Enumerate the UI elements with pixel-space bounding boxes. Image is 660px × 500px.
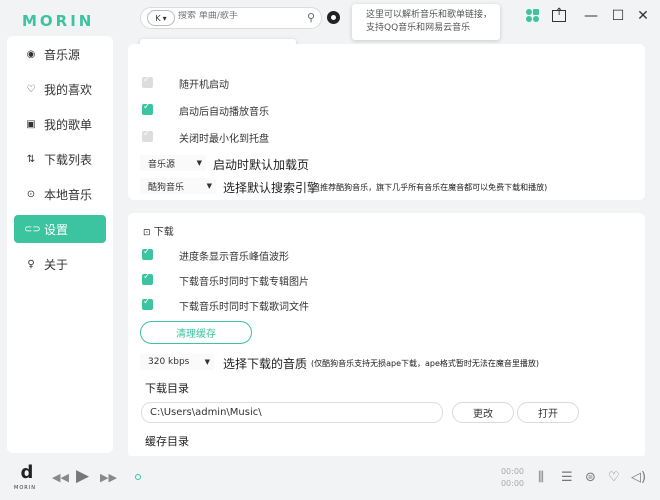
search-engine-note: (推荐酷狗音乐，旗下几乎所有音乐在魔音都可以免费下载和播放) (317, 183, 548, 192)
sidebar-item-about[interactable]: ♀ 关于 (14, 250, 106, 278)
sidebar-item-playlists[interactable]: ▣ 我的歌单 (14, 110, 106, 138)
album-cover-label: 下载音乐时同时下载专辑图片 (179, 277, 309, 288)
app-logo: MORIN (22, 12, 95, 30)
minimize-tray-checkbox[interactable] (142, 129, 153, 142)
sidebar-item-local-music[interactable]: ⊙ 本地音乐 (14, 180, 106, 208)
link-parse-icon[interactable] (327, 11, 340, 24)
download-icon: ⊡ (143, 228, 151, 238)
quality-label: 选择下载的音质 (223, 357, 308, 371)
local-music-icon: ⊙ (26, 188, 36, 200)
sidebar-item-label: 我的歌单 (44, 117, 93, 132)
minimize-tray-label: 关闭时最小化到托盘 (179, 134, 269, 145)
cache-dir-title: 缓存目录 (145, 435, 189, 448)
sidebar-item-label: 下载列表 (44, 152, 93, 167)
sidebar-item-label: 本地音乐 (44, 187, 93, 202)
volume-icon[interactable]: ◁) (631, 470, 646, 485)
sidebar: ◉ 音乐源 ♡ 我的喜欢 ▣ 我的歌单 ⇅ 下载列表 ⊙ 本地音乐 ⊂⊃ 设置 … (7, 36, 113, 453)
general-settings-card: 随开机启动 启动后自动播放音乐 关闭时最小化到托盘 音乐源 启动时默认加载页 酷… (128, 44, 645, 200)
mini-mode-icon[interactable] (552, 7, 566, 22)
minimize-button[interactable]: — (582, 8, 600, 24)
lyrics-checkbox[interactable] (142, 297, 153, 310)
bulb-icon: ♀ (27, 258, 35, 270)
quality-select[interactable]: 320 kbps (140, 354, 214, 370)
album-cover-checkbox[interactable] (142, 272, 153, 285)
sidebar-item-label: 关于 (44, 257, 69, 272)
download-dir-field[interactable]: C:\Users\admin\Music\ (141, 402, 443, 423)
search-box[interactable]: K ▾ ⚲ (140, 7, 322, 29)
sidebar-item-label: 设置 (44, 222, 69, 237)
platform-select[interactable]: K ▾ (147, 10, 175, 26)
search-engine-value: 酷狗音乐 (148, 182, 185, 193)
search-engine-label: 选择默认搜索引擎 (223, 181, 320, 195)
playlist-icon: ▣ (26, 118, 36, 130)
autostart-label: 随开机启动 (179, 80, 229, 91)
waveform-label: 进度条显示音乐峰值波形 (179, 252, 289, 263)
progress-handle[interactable] (135, 474, 141, 480)
download-dir-title: 下载目录 (145, 382, 189, 395)
search-engine-select[interactable]: 酷狗音乐 (140, 178, 216, 194)
chevron-down-icon: ▾ (162, 13, 167, 23)
lyrics-icon[interactable]: ⊜ (585, 470, 596, 485)
maximize-button[interactable]: ☐ (609, 8, 627, 24)
platform-label: K (155, 13, 161, 23)
lyrics-label: 下载音乐时同时下载歌词文件 (179, 302, 309, 313)
sidebar-item-settings[interactable]: ⊂⊃ 设置 (14, 215, 106, 243)
player-logo-text: MORIN (14, 485, 36, 491)
download-section-title: ⊡ 下载 (143, 223, 174, 238)
clear-cache-button[interactable]: 清理缓存 (140, 321, 252, 344)
playlist-queue-icon[interactable]: ☰ (561, 470, 573, 485)
default-page-label: 启动时默认加载页 (213, 158, 310, 172)
radio-icon: ◉ (26, 48, 36, 60)
open-dir-button[interactable]: 打开 (517, 402, 579, 423)
player-bar: d MORIN ◀◀ ▶ ▶▶ 00:00 00:00 ⫼ ☰ ⊜ ♡ ◁) (0, 456, 660, 500)
next-icon[interactable]: ▶▶ (100, 471, 117, 484)
sidebar-item-favorites[interactable]: ♡ 我的喜欢 (14, 75, 106, 103)
download-settings-card: ⊡ 下载 进度条显示音乐峰值波形 下载音乐时同时下载专辑图片 下载音乐时同时下载… (128, 213, 645, 458)
autoplay-label: 启动后自动播放音乐 (179, 107, 269, 118)
sidebar-item-downloads[interactable]: ⇅ 下载列表 (14, 145, 106, 173)
default-page-select[interactable]: 音乐源 (140, 155, 206, 171)
play-icon[interactable]: ▶ (76, 466, 89, 486)
like-heart-icon[interactable]: ♡ (608, 470, 620, 485)
default-page-value: 音乐源 (148, 159, 176, 170)
sidebar-item-label: 音乐源 (44, 47, 81, 62)
skin-icon[interactable] (526, 9, 540, 23)
autoplay-checkbox[interactable] (142, 102, 153, 115)
quality-note: (仅酷狗音乐支持无损ape下载，ape格式暂时无法在魔音里播放) (311, 359, 540, 368)
waveform-checkbox[interactable] (142, 247, 153, 260)
autostart-checkbox[interactable] (142, 75, 153, 88)
time-current: 00:00 (500, 467, 524, 476)
close-button[interactable]: ✕ (634, 8, 652, 24)
toggle-icon: ⊂⊃ (24, 223, 41, 235)
change-dir-button[interactable]: 更改 (452, 402, 514, 423)
previous-icon[interactable]: ◀◀ (52, 471, 69, 484)
sidebar-item-label: 我的喜欢 (44, 82, 93, 97)
quality-value: 320 kbps (148, 357, 190, 367)
download-title-text: 下载 (153, 227, 174, 238)
sidebar-item-music-source[interactable]: ◉ 音乐源 (14, 40, 106, 68)
time-total: 00:00 (500, 479, 524, 488)
waveform-icon[interactable]: ⫼ (538, 470, 544, 485)
search-icon[interactable]: ⚲ (307, 11, 315, 24)
search-input[interactable] (178, 11, 298, 21)
player-logo-icon: d (20, 462, 34, 483)
link-tooltip: 这里可以解析音乐和歌单链接，支持QQ音乐和网易云音乐 (352, 4, 500, 40)
download-list-icon: ⇅ (26, 153, 36, 165)
heart-icon: ♡ (26, 83, 36, 95)
